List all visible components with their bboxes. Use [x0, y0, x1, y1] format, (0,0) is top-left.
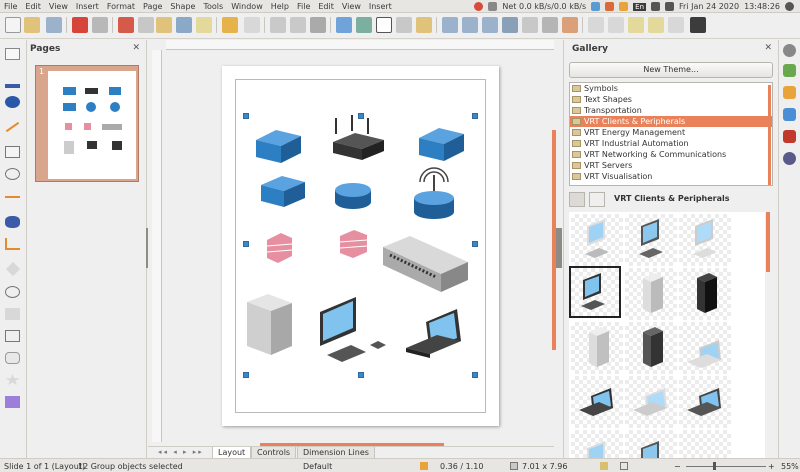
gallery-item[interactable]	[625, 430, 677, 458]
theme-item[interactable]: VRT Networking & Communications	[570, 149, 772, 160]
firewall-shape[interactable]	[266, 233, 293, 263]
selection-handle-ne[interactable]	[472, 113, 478, 119]
position-icon	[420, 462, 428, 470]
navigator-icon[interactable]	[783, 130, 796, 143]
theme-item[interactable]: VRT Visualisation	[570, 171, 772, 182]
icon-view-button[interactable]	[569, 192, 585, 207]
close-icon[interactable]: ✕	[764, 43, 772, 53]
gallery-item[interactable]	[625, 268, 677, 320]
theme-item[interactable]: VRT Energy Management	[570, 127, 772, 138]
folder-icon	[572, 96, 581, 103]
theme-item[interactable]: VRT Servers	[570, 160, 772, 171]
switch-shape[interactable]	[256, 130, 301, 163]
gallery-item[interactable]	[679, 322, 731, 374]
signature-icon[interactable]	[620, 462, 628, 470]
gallery-item-selected[interactable]	[569, 266, 621, 318]
gallery-item[interactable]	[571, 376, 623, 428]
gallery-icon[interactable]	[783, 108, 796, 121]
selection-handle-se[interactable]	[472, 372, 478, 378]
master-page-name[interactable]: Default	[303, 462, 332, 471]
shapes-icon[interactable]	[783, 86, 796, 99]
selection-handle-s[interactable]	[358, 372, 364, 378]
detailed-view-button[interactable]	[589, 192, 605, 207]
gallery-item[interactable]	[571, 322, 623, 374]
selection-handle-e[interactable]	[472, 241, 478, 247]
wireless-router-shape[interactable]	[414, 167, 454, 219]
theme-label: VRT Visualisation	[584, 172, 653, 181]
zoom-level[interactable]: 55%	[781, 462, 799, 471]
document-modified-icon[interactable]	[600, 462, 608, 470]
zoom-out-button[interactable]: −	[674, 462, 681, 471]
theme-label: VRT Clients & Peripherals	[584, 117, 686, 126]
theme-label: VRT Networking & Communications	[584, 150, 727, 159]
router-round-shape[interactable]	[335, 183, 371, 209]
theme-label: VRT Servers	[584, 161, 633, 170]
patch-panel-shape[interactable]	[383, 236, 468, 292]
theme-list-scrollbar[interactable]	[768, 85, 771, 185]
object-size-icon	[510, 462, 518, 470]
folder-icon	[572, 129, 581, 136]
slide-indicator: Slide 1 of 1 (Layout)	[4, 462, 86, 471]
gallery-item[interactable]	[679, 214, 731, 266]
selection-handle-w[interactable]	[243, 241, 249, 247]
theme-label: Text Shapes	[584, 95, 632, 104]
gallery-item[interactable]	[679, 268, 731, 320]
theme-list: Symbols Text Shapes Transportation VRT C…	[569, 82, 773, 186]
folder-icon	[572, 162, 581, 169]
firewall-shape-2[interactable]	[339, 230, 368, 258]
gallery-item[interactable]	[679, 430, 731, 458]
desktop-pc-shape[interactable]	[320, 297, 386, 362]
gallery-item[interactable]	[625, 322, 677, 374]
folder-icon	[572, 173, 581, 180]
theme-item-selected[interactable]: VRT Clients & Peripherals	[570, 116, 772, 127]
theme-label: Symbols	[584, 84, 618, 93]
theme-label: VRT Industrial Automation	[584, 139, 689, 148]
sidebar-splitter[interactable]	[556, 228, 562, 268]
gallery-item[interactable]	[625, 376, 677, 428]
folder-icon	[572, 151, 581, 158]
atm-switch-shape[interactable]	[419, 128, 464, 161]
laptop-shape[interactable]	[406, 309, 461, 358]
theme-item[interactable]: VRT Industrial Automation	[570, 138, 772, 149]
sidebar-settings-icon[interactable]	[783, 44, 796, 57]
gallery-item[interactable]	[679, 376, 731, 428]
sidebar-deck	[778, 40, 800, 458]
cursor-position: 0.36 / 1.10	[440, 462, 484, 471]
layer3-switch-shape[interactable]	[261, 176, 305, 207]
gallery-items-scrollbar[interactable]	[766, 212, 770, 272]
theme-item[interactable]: Text Shapes	[570, 94, 772, 105]
gallery-view-bar: VRT Clients & Peripherals	[569, 191, 773, 209]
gallery-item[interactable]	[571, 214, 623, 266]
tower-pc-shape[interactable]	[247, 294, 292, 355]
selection-handle-n[interactable]	[358, 113, 364, 119]
theme-label: VRT Energy Management	[584, 128, 686, 137]
router-shape[interactable]	[333, 115, 384, 160]
zoom-slider-knob[interactable]	[713, 462, 717, 470]
new-theme-button[interactable]: New Theme...	[569, 62, 773, 78]
zoom-in-button[interactable]: +	[768, 462, 775, 471]
properties-icon[interactable]	[783, 64, 796, 77]
zoom-slider-track[interactable]	[686, 466, 766, 467]
folder-icon	[572, 85, 581, 92]
folder-icon	[572, 140, 581, 147]
current-theme-title: VRT Clients & Peripherals	[614, 194, 730, 203]
layer-tabs: ◂◂ ◂ ▸ ▸▸ Layout Controls Dimension Line…	[148, 446, 554, 459]
selection-info: 12 Group objects selected	[78, 462, 183, 471]
object-size: 7.01 x 7.96	[522, 462, 568, 471]
tab-navigation-arrows[interactable]: ◂◂ ◂ ▸ ▸▸	[158, 448, 204, 456]
gallery-item[interactable]	[571, 430, 623, 458]
gallery-panel: Gallery ✕ New Theme... Symbols Text Shap…	[563, 40, 778, 458]
status-bar: Slide 1 of 1 (Layout) 12 Group objects s…	[0, 458, 800, 472]
styles-icon[interactable]	[783, 152, 796, 165]
theme-item[interactable]: Transportation	[570, 105, 772, 116]
theme-item[interactable]: Symbols	[570, 83, 772, 94]
folder-icon	[572, 107, 581, 114]
gallery-item[interactable]	[625, 214, 677, 266]
folder-icon	[572, 118, 581, 125]
selection-handle-sw[interactable]	[243, 372, 249, 378]
selection-handle-nw[interactable]	[243, 113, 249, 119]
theme-label: Transportation	[584, 106, 642, 115]
gallery-title: Gallery	[572, 44, 609, 54]
gallery-items	[569, 212, 765, 458]
